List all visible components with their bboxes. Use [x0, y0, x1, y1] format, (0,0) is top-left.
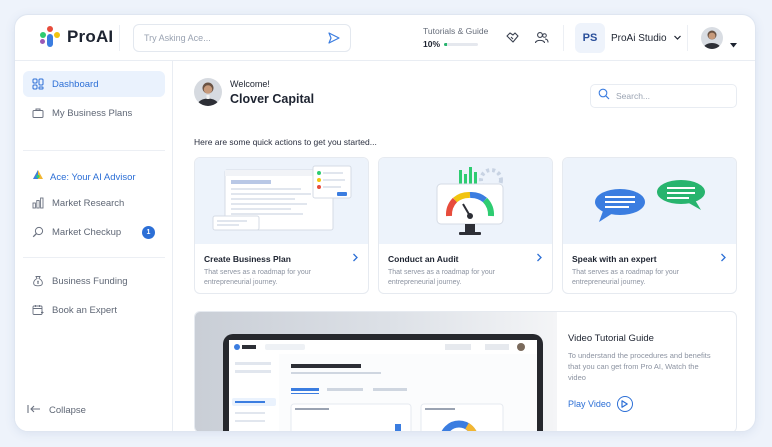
- send-icon[interactable]: [328, 32, 340, 44]
- tutorials-progress-label: 10%: [423, 39, 441, 49]
- ace-logo-icon: [32, 168, 44, 186]
- chevron-right-icon: [536, 253, 543, 264]
- chevron-down-icon: [673, 29, 682, 47]
- sidebar-item-dashboard[interactable]: Dashboard: [23, 71, 165, 97]
- sidebar-item-market-checkup[interactable]: Market Checkup 1: [23, 219, 165, 245]
- sidebar: Dashboard My Business Plans Ace: Your AI…: [15, 61, 173, 431]
- profile-avatar: [194, 78, 222, 106]
- audit-gauge-illustration: [379, 158, 552, 244]
- sidebar-divider: [23, 257, 165, 258]
- video-title: Video Tutorial Guide: [568, 333, 654, 344]
- app-window: ProAI Tutorials & Guide 10% PS ProAi Stu…: [14, 14, 756, 432]
- card-title: Speak with an expert: [572, 253, 657, 264]
- play-video-button[interactable]: Play Video: [568, 396, 633, 412]
- play-video-label: Play Video: [568, 399, 611, 409]
- header-divider: [563, 25, 564, 51]
- ask-ace-input[interactable]: [144, 33, 328, 43]
- chat-bubbles-illustration: [563, 158, 736, 244]
- card-description: That serves as a roadmap for your entrep…: [572, 269, 679, 286]
- quick-actions-text: Here are some quick actions to get you s…: [194, 137, 377, 147]
- ace-advisor-label: Ace: Your AI Advisor: [50, 171, 136, 183]
- video-description: To understand the procedures and benefit…: [568, 351, 711, 382]
- main-content: Welcome! Clover Capital Here are some qu…: [174, 61, 755, 431]
- collapse-button[interactable]: Collapse: [27, 401, 86, 419]
- logo-mark-icon: [39, 26, 61, 48]
- tutorials-progress-bar: [444, 42, 479, 46]
- top-header: ProAI Tutorials & Guide 10% PS ProAi Stu…: [15, 15, 755, 61]
- card-description: That serves as a roadmap for your entrep…: [388, 269, 495, 286]
- welcome-greeting: Welcome!: [230, 79, 270, 89]
- card-speak-expert[interactable]: Speak with an expert That serves as a ro…: [562, 157, 737, 294]
- collapse-arrow-icon: [27, 401, 41, 419]
- sidebar-item-label: My Business Plans: [52, 107, 133, 119]
- sidebar-item-label: Book an Expert: [52, 304, 117, 316]
- studio-name: ProAi Studio: [611, 32, 667, 44]
- welcome-name: Clover Capital: [230, 92, 315, 106]
- logo[interactable]: ProAI: [39, 26, 113, 48]
- search-icon: [598, 87, 610, 105]
- studio-initials: PS: [575, 23, 605, 53]
- card-title: Conduct an Audit: [388, 253, 459, 264]
- search-input[interactable]: [616, 91, 729, 101]
- sidebar-item-label: Market Research: [52, 197, 125, 209]
- user-avatar[interactable]: [701, 27, 723, 49]
- caret-down-icon[interactable]: [730, 35, 737, 53]
- ace-advisor[interactable]: Ace: Your AI Advisor: [32, 168, 136, 186]
- ask-ace-box: [133, 24, 351, 52]
- brand-name: ProAI: [67, 27, 114, 46]
- card-create-business-plan[interactable]: Create Business Plan That serves as a ro…: [194, 157, 369, 294]
- play-icon: [616, 396, 633, 412]
- grid-icon: [32, 78, 44, 90]
- chevron-right-icon: [720, 253, 727, 264]
- card-conduct-audit[interactable]: Conduct an Audit That serves as a roadma…: [378, 157, 553, 294]
- sidebar-item-label: Business Funding: [52, 275, 128, 287]
- video-thumbnail[interactable]: [195, 312, 557, 431]
- sidebar-divider: [23, 150, 165, 151]
- header-divider: [687, 25, 688, 51]
- sidebar-item-label: Market Checkup: [52, 226, 122, 238]
- card-description: That serves as a roadmap for your entrep…: [204, 269, 311, 286]
- sidebar-item-business-funding[interactable]: Business Funding: [23, 268, 165, 294]
- chevron-right-icon: [352, 253, 359, 264]
- search-box: [590, 84, 737, 108]
- header-divider: [119, 25, 120, 51]
- business-plan-illustration: [195, 158, 368, 244]
- sidebar-item-market-research[interactable]: Market Research: [23, 190, 165, 216]
- notification-badge: 1: [142, 225, 155, 239]
- tutorials-guide[interactable]: Tutorials & Guide 10%: [423, 26, 493, 49]
- handshake-icon[interactable]: [505, 30, 520, 45]
- sidebar-item-label: Dashboard: [52, 78, 99, 90]
- bar-chart-icon: [32, 197, 44, 209]
- briefcase-icon: [32, 107, 44, 119]
- users-icon[interactable]: [534, 30, 549, 45]
- card-title: Create Business Plan: [204, 253, 291, 264]
- collapse-label: Collapse: [49, 404, 86, 416]
- calendar-icon: [32, 304, 44, 316]
- money-bag-icon: [32, 275, 44, 287]
- sidebar-item-book-expert[interactable]: Book an Expert: [23, 297, 165, 323]
- studio-switcher[interactable]: PS ProAi Studio: [575, 23, 682, 53]
- magnifier-icon: [32, 226, 44, 238]
- video-tutorial-card: Video Tutorial Guide To understand the p…: [194, 311, 737, 431]
- sidebar-item-business-plans[interactable]: My Business Plans: [23, 100, 165, 126]
- tutorials-label: Tutorials & Guide: [423, 26, 489, 36]
